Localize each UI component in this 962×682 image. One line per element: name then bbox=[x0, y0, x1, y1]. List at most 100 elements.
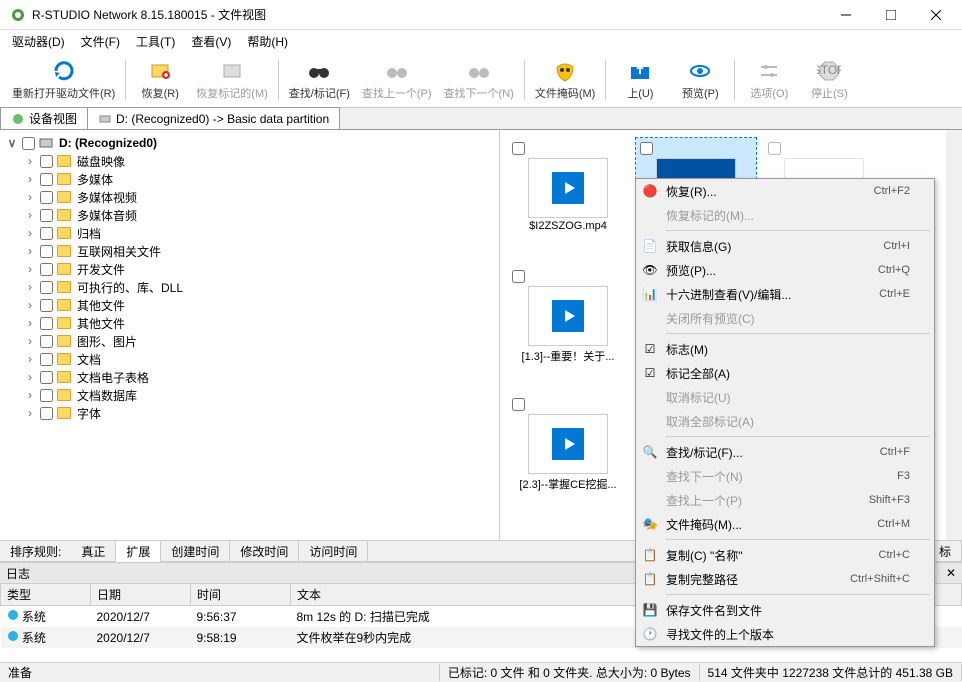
menu-help[interactable]: 帮助(H) bbox=[239, 31, 296, 52]
tree-item[interactable]: ›开发文件 bbox=[0, 260, 499, 278]
find-next-button[interactable]: 查找下一个(N) bbox=[438, 57, 520, 103]
tree-checkbox[interactable] bbox=[40, 371, 53, 384]
tree-item[interactable]: ›可执行的、库、DLL bbox=[0, 278, 499, 296]
ctx-mark-all[interactable]: ☑标记全部(A) bbox=[636, 361, 934, 385]
tree-item[interactable]: ›图形、图片 bbox=[0, 332, 499, 350]
expander-icon[interactable]: › bbox=[24, 262, 36, 276]
maximize-button[interactable] bbox=[868, 1, 913, 29]
ctx-get-info[interactable]: 📄获取信息(G)Ctrl+I bbox=[636, 234, 934, 258]
ctx-flag[interactable]: ☑标志(M) bbox=[636, 337, 934, 361]
tree-item[interactable]: ›多媒体音频 bbox=[0, 206, 499, 224]
tree-item[interactable]: ›字体 bbox=[0, 404, 499, 422]
tree-checkbox[interactable] bbox=[40, 299, 53, 312]
expander-icon[interactable]: › bbox=[24, 226, 36, 240]
up-button[interactable]: 上(U) bbox=[610, 57, 670, 103]
log-col-date[interactable]: 日期 bbox=[91, 584, 191, 606]
tree-pane[interactable]: ∨ D: (Recognized0) ›磁盘映像›多媒体›多媒体视频›多媒体音频… bbox=[0, 130, 500, 540]
tree-checkbox[interactable] bbox=[40, 173, 53, 186]
preview-button[interactable]: 预览(P) bbox=[670, 57, 730, 103]
tree-item[interactable]: ›多媒体 bbox=[0, 170, 499, 188]
tree-item[interactable]: ›文档电子表格 bbox=[0, 368, 499, 386]
tree-checkbox[interactable] bbox=[40, 389, 53, 402]
ctx-find-version[interactable]: 🕐寻找文件的上个版本 bbox=[636, 622, 934, 646]
file-checkbox[interactable] bbox=[512, 142, 525, 155]
ctx-file-mask[interactable]: 🎭文件掩码(M)...Ctrl+M bbox=[636, 512, 934, 536]
tree-item[interactable]: ›磁盘映像 bbox=[0, 152, 499, 170]
expander-icon[interactable]: › bbox=[24, 316, 36, 330]
file-item[interactable]: [2.3]--掌握CE挖掘... bbox=[508, 394, 628, 514]
menu-view[interactable]: 查看(V) bbox=[183, 31, 239, 52]
ctx-recover[interactable]: 🔴恢复(R)...Ctrl+F2 bbox=[636, 179, 934, 203]
expander-icon[interactable]: › bbox=[24, 190, 36, 204]
tree-checkbox[interactable] bbox=[40, 263, 53, 276]
expander-icon[interactable]: › bbox=[24, 244, 36, 258]
ctx-save-names[interactable]: 💾保存文件名到文件 bbox=[636, 598, 934, 622]
recover-button[interactable]: 恢复(R) bbox=[130, 57, 190, 103]
ctx-hex-edit[interactable]: 📊十六进制查看(V)/编辑...Ctrl+E bbox=[636, 282, 934, 306]
menu-drive[interactable]: 驱动器(D) bbox=[4, 31, 73, 52]
recover-marked-button[interactable]: 恢复标记的(M) bbox=[190, 57, 274, 103]
sort-ext[interactable]: 扩展 bbox=[116, 541, 161, 562]
ctx-copy-name[interactable]: 📋复制(C) "名称"Ctrl+C bbox=[636, 543, 934, 567]
tree-checkbox[interactable] bbox=[40, 335, 53, 348]
expander-icon[interactable]: ∨ bbox=[6, 136, 18, 150]
sort-true[interactable]: 真正 bbox=[71, 541, 116, 562]
tree-checkbox[interactable] bbox=[40, 407, 53, 420]
file-checkbox[interactable] bbox=[768, 142, 781, 155]
expander-icon[interactable]: › bbox=[24, 370, 36, 384]
file-checkbox[interactable] bbox=[640, 142, 653, 155]
tree-root[interactable]: ∨ D: (Recognized0) bbox=[0, 134, 499, 152]
tree-checkbox[interactable] bbox=[40, 281, 53, 294]
sort-ctime[interactable]: 创建时间 bbox=[161, 541, 230, 562]
file-checkbox[interactable] bbox=[512, 398, 525, 411]
log-col-type[interactable]: 类型 bbox=[1, 584, 91, 606]
expander-icon[interactable]: › bbox=[24, 388, 36, 402]
log-close-button[interactable]: ✕ bbox=[946, 566, 956, 580]
tree-checkbox[interactable] bbox=[40, 245, 53, 258]
file-mask-button[interactable]: 文件掩码(M) bbox=[529, 57, 602, 103]
ctx-preview[interactable]: 👁预览(P)...Ctrl+Q bbox=[636, 258, 934, 282]
expander-icon[interactable]: › bbox=[24, 334, 36, 348]
expander-icon[interactable]: › bbox=[24, 406, 36, 420]
find-mark-button[interactable]: 查找/标记(F) bbox=[283, 57, 356, 103]
tree-checkbox[interactable] bbox=[40, 353, 53, 366]
reopen-drive-button[interactable]: 重新打开驱动文件(R) bbox=[6, 57, 121, 103]
options-button[interactable]: 选项(O) bbox=[739, 57, 799, 103]
scrollbar[interactable] bbox=[946, 130, 962, 540]
tree-checkbox[interactable] bbox=[40, 227, 53, 240]
minimize-button[interactable] bbox=[823, 1, 868, 29]
log-col-time[interactable]: 时间 bbox=[191, 584, 291, 606]
tree-checkbox[interactable] bbox=[22, 137, 35, 150]
tree-item[interactable]: ›多媒体视频 bbox=[0, 188, 499, 206]
tree-item[interactable]: ›其他文件 bbox=[0, 296, 499, 314]
expander-icon[interactable]: › bbox=[24, 298, 36, 312]
find-prev-button[interactable]: 查找上一个(P) bbox=[356, 57, 438, 103]
close-button[interactable] bbox=[913, 1, 958, 29]
tree-item[interactable]: ›文档数据库 bbox=[0, 386, 499, 404]
menu-file[interactable]: 文件(F) bbox=[73, 31, 128, 52]
expander-icon[interactable]: › bbox=[24, 280, 36, 294]
tree-item[interactable]: ›互联网相关文件 bbox=[0, 242, 499, 260]
expander-icon[interactable]: › bbox=[24, 172, 36, 186]
ctx-find-mark[interactable]: 🔍查找/标记(F)...Ctrl+F bbox=[636, 440, 934, 464]
stop-button[interactable]: STOP 停止(S) bbox=[799, 57, 859, 103]
tree-item[interactable]: ›文档 bbox=[0, 350, 499, 368]
ctx-copy-path[interactable]: 📋复制完整路径Ctrl+Shift+C bbox=[636, 567, 934, 591]
tab-path[interactable]: D: (Recognized0) -> Basic data partition bbox=[87, 107, 340, 129]
file-item[interactable]: $I2ZSZOG.mp4 bbox=[508, 138, 628, 258]
tree-checkbox[interactable] bbox=[40, 155, 53, 168]
tree-item[interactable]: ›其他文件 bbox=[0, 314, 499, 332]
tree-checkbox[interactable] bbox=[40, 317, 53, 330]
menu-tools[interactable]: 工具(T) bbox=[128, 31, 183, 52]
tree-checkbox[interactable] bbox=[40, 209, 53, 222]
expander-icon[interactable]: › bbox=[24, 352, 36, 366]
sort-mtime[interactable]: 修改时间 bbox=[230, 541, 299, 562]
sort-atime[interactable]: 访问时间 bbox=[299, 541, 368, 562]
tab-device-view[interactable]: 设备视图 bbox=[0, 107, 88, 129]
expander-icon[interactable]: › bbox=[24, 208, 36, 222]
tree-checkbox[interactable] bbox=[40, 191, 53, 204]
file-checkbox[interactable] bbox=[512, 270, 525, 283]
expander-icon[interactable]: › bbox=[24, 154, 36, 168]
file-item[interactable]: [1.3]--重要！关于... bbox=[508, 266, 628, 386]
tree-item[interactable]: ›归档 bbox=[0, 224, 499, 242]
